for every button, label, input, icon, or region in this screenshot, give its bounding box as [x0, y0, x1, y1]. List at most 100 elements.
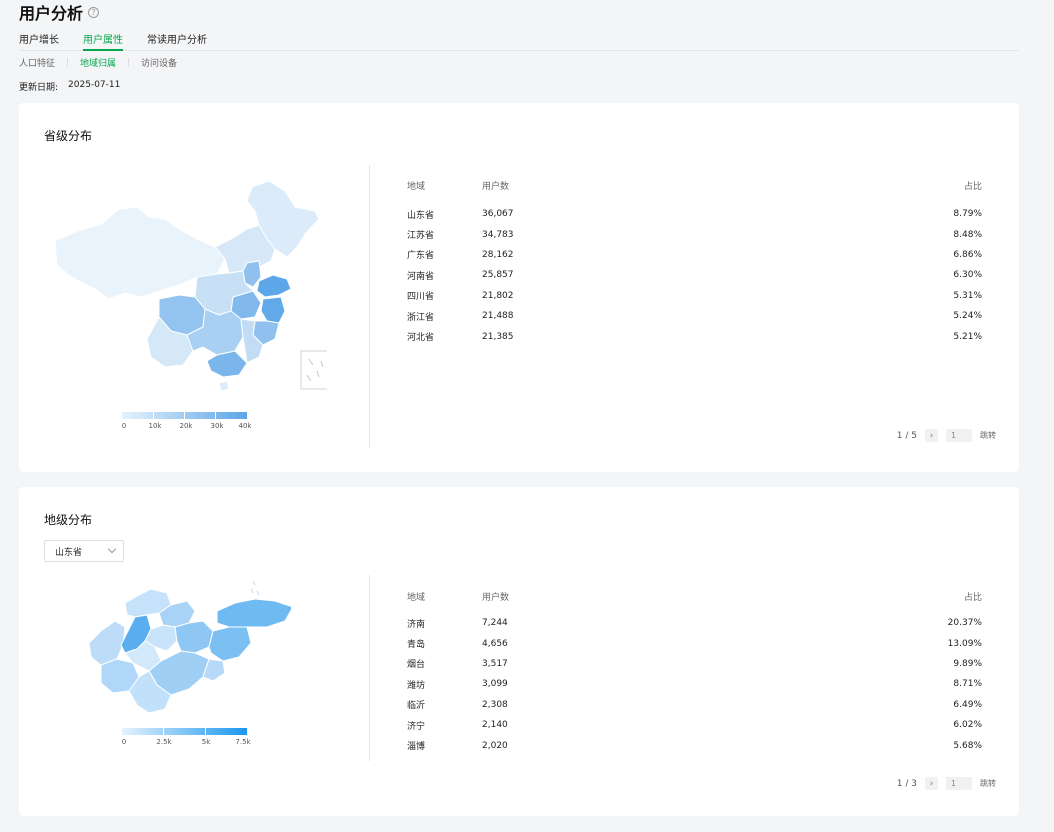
map-south-sea-inset	[300, 350, 327, 390]
legend-label: 0	[121, 738, 127, 746]
cell-users: 2,020	[482, 740, 508, 751]
table-row: 淄博 2,020 5.68%	[407, 735, 982, 755]
province-title: 省级分布	[44, 129, 93, 143]
cell-users: 4,656	[482, 638, 508, 649]
next-page-button[interactable]: ›	[925, 429, 938, 442]
cell-share: 8.71%	[953, 679, 982, 690]
city-card: 地级分布 山东省 0 2.5k 5k 7.5k 地域 用户数 占比 济南 7,2…	[19, 487, 1019, 816]
cell-region: 淄博	[407, 742, 426, 753]
province-legend-gradient	[122, 412, 247, 419]
table-row: 济南 7,244 20.37%	[407, 613, 982, 633]
cell-region: 浙江省	[407, 312, 435, 323]
update-date: 更新日期: 2025-07-11	[19, 80, 120, 93]
map-region-shandong[interactable]	[256, 274, 292, 298]
page-title-text: 用户分析	[19, 4, 84, 23]
table-row: 河南省 25,857 6.30%	[407, 265, 982, 285]
legend-label: 7.5k	[235, 738, 251, 746]
province-table: 地域 用户数 占比 山东省 36,067 8.79% 江苏省 34,783 8.48% …	[407, 179, 982, 347]
province-select[interactable]: 山东省	[44, 540, 124, 562]
table-row: 临沂 2,308 6.49%	[407, 695, 982, 715]
help-icon[interactable]: ?	[88, 6, 100, 18]
tab-user-attributes[interactable]: 用户属性	[83, 31, 123, 51]
header-users: 用户数	[482, 593, 510, 603]
cell-share: 5.31%	[953, 290, 982, 301]
legend-label: 2.5k	[156, 738, 172, 746]
cell-users: 3,517	[482, 658, 508, 669]
cell-share: 13.09%	[947, 638, 982, 649]
jump-button[interactable]: 跳转	[980, 778, 996, 789]
header-region: 地域	[407, 182, 426, 192]
province-pager: 1 / 5 › 跳转	[897, 429, 996, 442]
cell-share: 6.30%	[953, 270, 982, 281]
cell-region: 河北省	[407, 333, 435, 344]
legend-label: 10k	[148, 422, 162, 430]
table-row: 烟台 3,517 9.89%	[407, 654, 982, 674]
cell-share: 6.86%	[953, 249, 982, 260]
header-share: 占比	[963, 182, 982, 192]
cell-share: 8.79%	[953, 209, 982, 220]
subtab-region[interactable]: 地域归属	[80, 56, 116, 69]
cell-users: 28,162	[482, 249, 514, 260]
map-city-yantai[interactable]	[216, 598, 291, 628]
legend-tick	[163, 728, 164, 735]
sub-tabs: 人口特征 地域归属 访问设备	[19, 56, 177, 69]
header-share: 占比	[963, 593, 982, 603]
legend-tick	[215, 412, 216, 419]
cell-share: 5.21%	[953, 331, 982, 342]
cell-users: 21,802	[482, 290, 514, 301]
table-row: 浙江省 21,488 5.24%	[407, 306, 982, 326]
cell-region: 广东省	[407, 251, 435, 262]
cell-region: 烟台	[407, 660, 426, 671]
table-row: 青岛 4,656 13.09%	[407, 633, 982, 653]
cell-region: 潍坊	[407, 680, 426, 691]
cell-share: 20.37%	[947, 618, 982, 629]
subtab-demographics[interactable]: 人口特征	[19, 56, 55, 69]
city-table: 地域 用户数 占比 济南 7,244 20.37% 青岛 4,656 13.09% 烟台…	[407, 590, 982, 756]
map-city-weifang[interactable]	[174, 620, 214, 654]
map-region-guangdong[interactable]	[206, 350, 248, 378]
table-header: 地域 用户数 占比	[407, 179, 982, 193]
page-number-input[interactable]	[946, 777, 972, 790]
map-region-jiangsu[interactable]	[260, 296, 286, 324]
page-number-input[interactable]	[946, 429, 972, 442]
update-value: 2025-07-11	[68, 80, 121, 90]
cell-users: 34,783	[482, 229, 514, 240]
china-map	[54, 180, 327, 392]
cell-users: 2,308	[482, 699, 508, 710]
header-users: 用户数	[482, 182, 510, 192]
map-city-qingdao[interactable]	[208, 626, 252, 662]
table-row: 潍坊 3,099 8.71%	[407, 674, 982, 694]
city-title: 地级分布	[44, 513, 93, 527]
map-city-west[interactable]	[88, 620, 126, 666]
cell-share: 5.68%	[953, 740, 982, 751]
cell-region: 济南	[407, 619, 426, 630]
city-pager: 1 / 3 › 跳转	[897, 777, 996, 790]
map-region-hainan[interactable]	[218, 380, 230, 392]
shandong-map	[88, 581, 291, 714]
cell-region: 河南省	[407, 271, 435, 282]
province-card: 省级分布 0 10k 20k 30k 40k 地域 用户数 占比 山东省 36,…	[19, 103, 1019, 472]
chevron-down-icon	[107, 544, 117, 554]
cell-users: 36,067	[482, 209, 514, 220]
cell-share: 5.24%	[953, 311, 982, 322]
tab-frequent-readers[interactable]: 常读用户分析	[147, 31, 207, 50]
cell-users: 25,857	[482, 270, 514, 281]
cell-region: 江苏省	[407, 231, 435, 242]
next-page-button[interactable]: ›	[925, 777, 938, 790]
tab-user-growth[interactable]: 用户增长	[19, 31, 59, 50]
table-row: 江苏省 34,783 8.48%	[407, 224, 982, 244]
subtab-divider	[67, 58, 69, 67]
cell-region: 济宁	[407, 721, 426, 732]
map-islands	[250, 581, 260, 596]
cell-users: 2,140	[482, 720, 508, 731]
table-header: 地域 用户数 占比	[407, 590, 982, 604]
province-legend: 0 10k 20k 30k 40k	[122, 412, 251, 432]
jump-button[interactable]: 跳转	[980, 430, 996, 441]
cell-users: 21,488	[482, 311, 514, 322]
cell-region: 山东省	[407, 210, 435, 221]
cell-share: 8.48%	[953, 229, 982, 240]
province-select-value: 山东省	[55, 547, 83, 558]
subtab-devices[interactable]: 访问设备	[141, 56, 177, 69]
city-legend: 0 2.5k 5k 7.5k	[121, 728, 251, 748]
pager-status: 1 / 3	[896, 778, 917, 789]
